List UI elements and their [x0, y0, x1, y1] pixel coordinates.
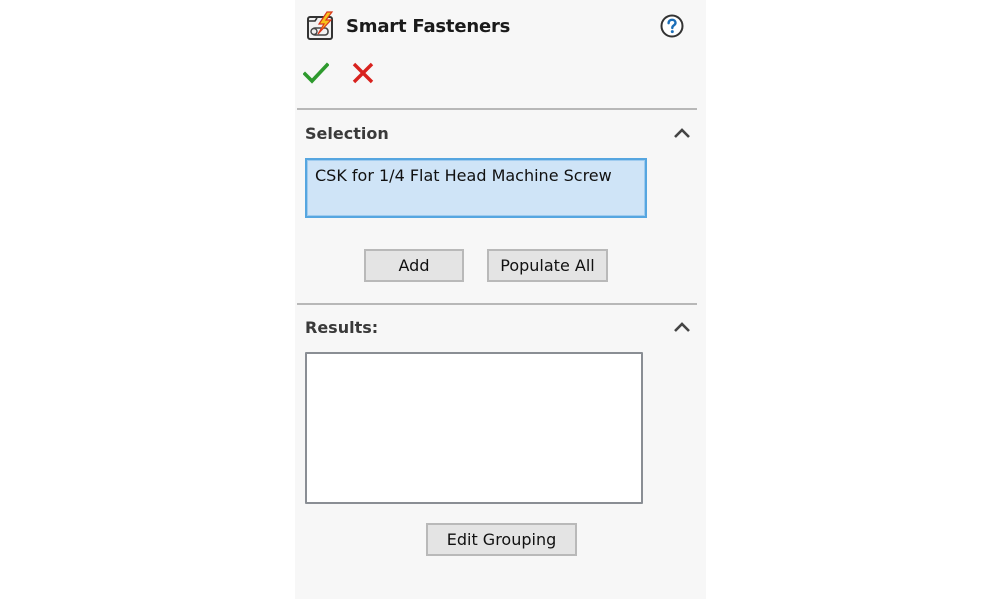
smart-fasteners-icon — [307, 11, 334, 40]
chevron-up-icon[interactable] — [672, 126, 692, 140]
divider — [297, 108, 697, 110]
results-section-title: Results: — [305, 318, 379, 337]
selection-section-title: Selection — [305, 124, 389, 143]
close-icon[interactable] — [351, 61, 375, 85]
selection-list-item[interactable]: CSK for 1/4 Flat Head Machine Screw — [315, 166, 612, 185]
add-button[interactable]: Add — [364, 249, 464, 282]
divider — [297, 303, 697, 305]
smart-fasteners-property-manager: Smart Fasteners Selection CSK for 1/4 Fl… — [295, 0, 706, 599]
help-icon[interactable] — [660, 14, 684, 38]
selection-list[interactable]: CSK for 1/4 Flat Head Machine Screw — [305, 158, 647, 218]
results-list[interactable] — [305, 352, 643, 504]
panel-header: Smart Fasteners — [305, 10, 510, 42]
edit-grouping-button[interactable]: Edit Grouping — [426, 523, 577, 556]
checkmark-icon[interactable] — [303, 60, 329, 86]
chevron-up-icon[interactable] — [672, 320, 692, 334]
panel-title: Smart Fasteners — [346, 15, 511, 37]
populate-all-button[interactable]: Populate All — [487, 249, 608, 282]
